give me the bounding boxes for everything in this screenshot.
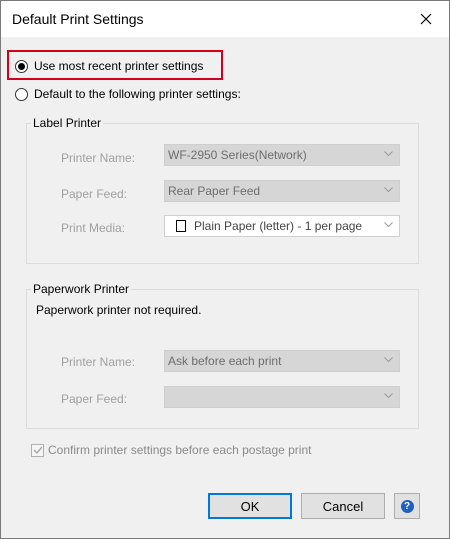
paper-icon bbox=[176, 220, 186, 232]
title-bar: Default Print Settings bbox=[1, 1, 449, 37]
cancel-button[interactable]: Cancel bbox=[301, 493, 385, 519]
label-print-media-select[interactable]: Plain Paper (letter) - 1 per page bbox=[164, 215, 400, 237]
close-button[interactable] bbox=[403, 1, 449, 37]
label-paper-feed-select[interactable]: Rear Paper Feed bbox=[164, 180, 400, 202]
label-printer-name-label: Printer Name: bbox=[61, 151, 136, 165]
help-button[interactable]: ? bbox=[394, 493, 420, 519]
paperwork-paper-feed-label: Paper Feed: bbox=[61, 392, 128, 406]
label-printer-title: Label Printer bbox=[31, 116, 104, 130]
paperwork-printer-title: Paperwork Printer bbox=[31, 282, 132, 296]
chevron-down-icon bbox=[384, 187, 393, 193]
default-settings-label: Default to the following printer setting… bbox=[34, 87, 241, 101]
default-settings-radio[interactable] bbox=[15, 87, 28, 101]
checkmark-icon bbox=[33, 446, 43, 454]
paperwork-note: Paperwork printer not required. bbox=[36, 303, 202, 317]
paperwork-printer-name-value: Ask before each print bbox=[168, 354, 282, 368]
paperwork-printer-name-select[interactable]: Ask before each print bbox=[164, 350, 400, 372]
recent-settings-radio[interactable] bbox=[15, 59, 28, 73]
help-icon: ? bbox=[400, 499, 414, 513]
paperwork-printer-name-label: Printer Name: bbox=[61, 355, 136, 369]
label-print-media-label: Print Media: bbox=[61, 221, 126, 235]
chevron-down-icon bbox=[384, 151, 393, 157]
confirm-settings-option[interactable]: Confirm printer settings before each pos… bbox=[31, 443, 311, 457]
confirm-settings-checkbox[interactable] bbox=[31, 443, 44, 457]
dialog-title: Default Print Settings bbox=[12, 11, 144, 27]
chevron-down-icon bbox=[384, 357, 393, 363]
confirm-settings-label: Confirm printer settings before each pos… bbox=[48, 443, 312, 457]
paperwork-paper-feed-select[interactable] bbox=[164, 386, 400, 408]
close-icon bbox=[420, 13, 432, 25]
dialog-window: Default Print Settings Use most recent p… bbox=[0, 0, 450, 539]
chevron-down-icon bbox=[384, 222, 393, 228]
label-paper-feed-value: Rear Paper Feed bbox=[168, 184, 261, 198]
label-printer-name-select[interactable]: WF-2950 Series(Network) bbox=[164, 144, 400, 166]
default-settings-option[interactable]: Default to the following printer setting… bbox=[15, 87, 241, 101]
label-printer-name-value: WF-2950 Series(Network) bbox=[168, 148, 307, 162]
label-paper-feed-label: Paper Feed: bbox=[61, 187, 128, 201]
recent-settings-label: Use most recent printer settings bbox=[34, 59, 204, 73]
chevron-down-icon bbox=[384, 393, 393, 399]
label-print-media-value: Plain Paper (letter) - 1 per page bbox=[194, 219, 363, 233]
recent-settings-option[interactable]: Use most recent printer settings bbox=[15, 59, 203, 73]
ok-button[interactable]: OK bbox=[208, 493, 292, 519]
